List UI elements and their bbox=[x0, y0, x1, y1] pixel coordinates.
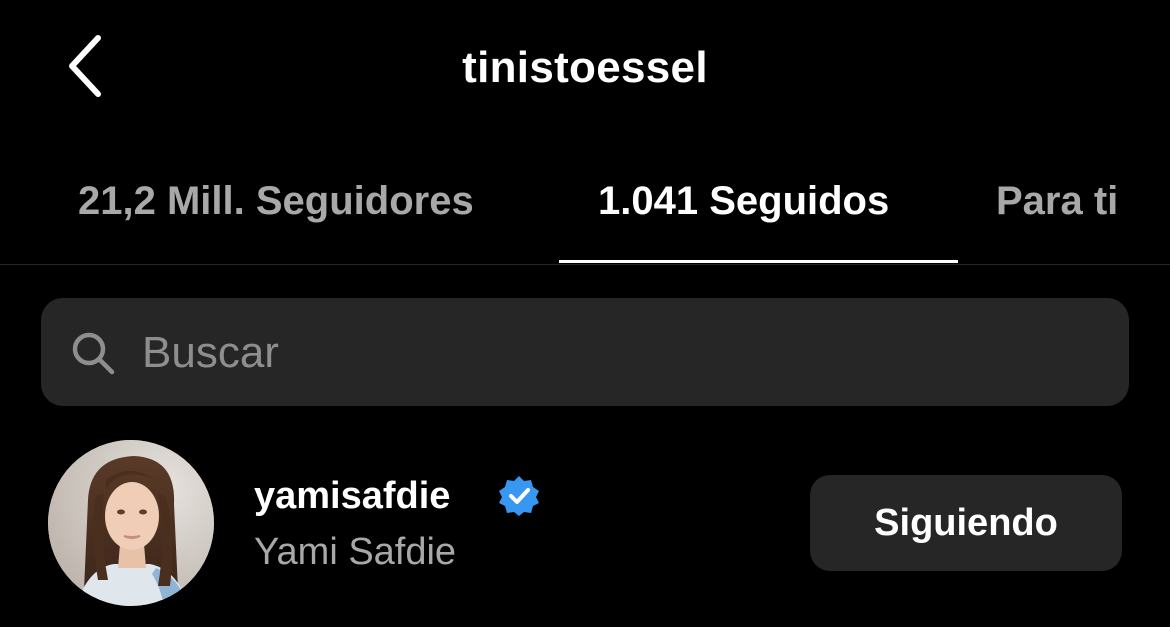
header: tinistoessel bbox=[0, 0, 1170, 140]
search-icon bbox=[72, 332, 115, 375]
active-tab-indicator bbox=[559, 260, 958, 263]
username: yamisafdie bbox=[254, 475, 451, 517]
tab-following[interactable]: 1.041 Seguidos bbox=[598, 176, 889, 226]
following-button[interactable]: Siguiendo bbox=[810, 475, 1122, 571]
tab-followers[interactable]: 21,2 Mill. Seguidores bbox=[78, 176, 474, 226]
search-placeholder: Buscar bbox=[142, 328, 279, 377]
list-item[interactable]: yamisafdie Yami Safdie Siguiendo bbox=[0, 430, 1170, 620]
full-name: Yami Safdie bbox=[254, 531, 457, 573]
tab-bar: 21,2 Mill. Seguidores 1.041 Seguidos Par… bbox=[0, 160, 1170, 265]
verified-badge-icon bbox=[499, 476, 539, 516]
avatar[interactable] bbox=[48, 440, 214, 606]
tab-for-you[interactable]: Para ti bbox=[996, 176, 1118, 226]
avatar-photo bbox=[48, 440, 214, 606]
page-title: tinistoessel bbox=[462, 43, 708, 92]
